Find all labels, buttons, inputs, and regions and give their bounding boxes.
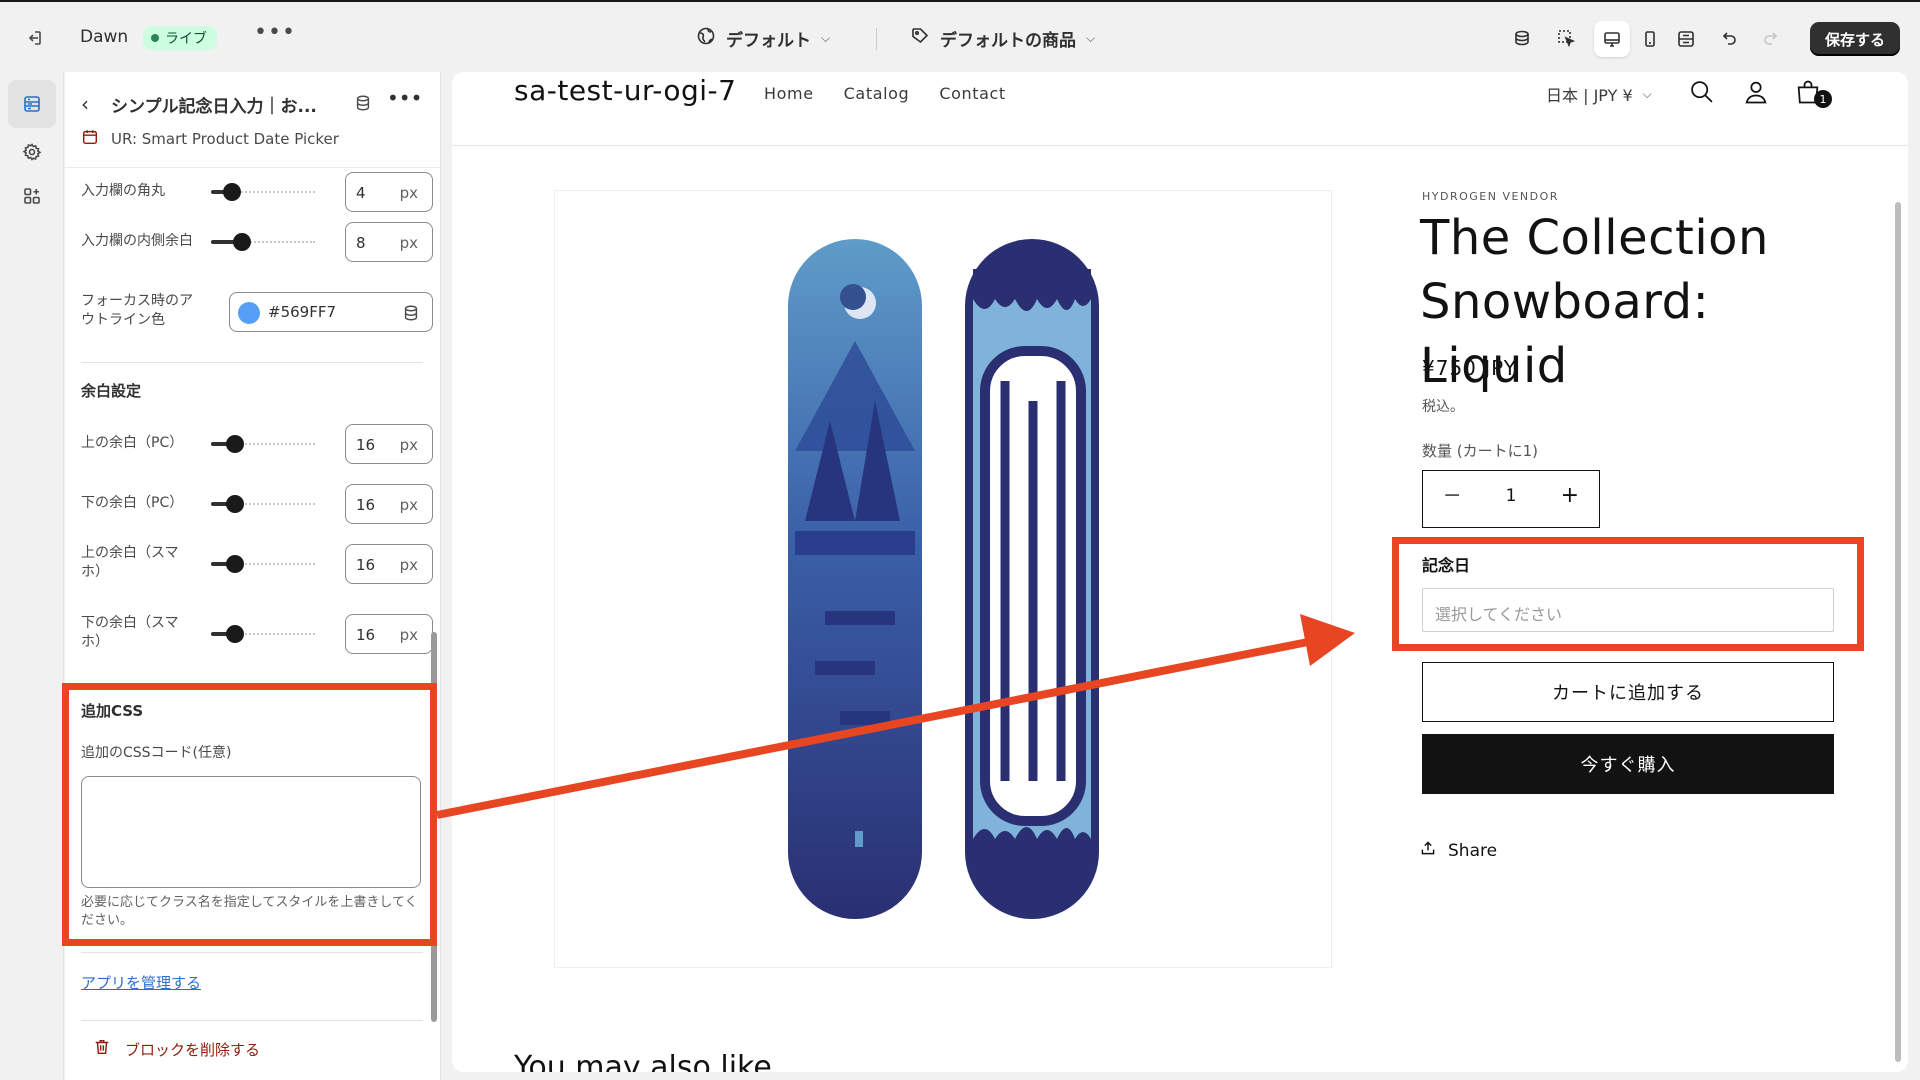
database-icon[interactable] xyxy=(354,94,372,116)
calendar-icon xyxy=(81,128,99,150)
app-source: UR: Smart Product Date Picker xyxy=(81,128,339,150)
back-icon[interactable]: ‹ xyxy=(81,92,89,116)
app-name: UR: Smart Product Date Picker xyxy=(111,130,339,148)
block-title: シンプル記念日入力｜お... xyxy=(111,97,317,117)
panel-header: ‹ シンプル記念日入力｜お... ••• UR: Smart Product D… xyxy=(65,72,440,168)
block-more-button[interactable]: ••• xyxy=(387,86,422,110)
